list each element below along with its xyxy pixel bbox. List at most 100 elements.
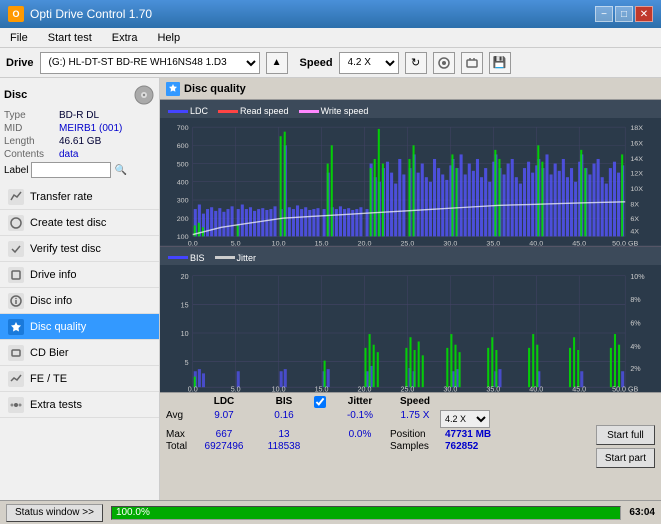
speed-display-select[interactable]: 4.2 X [440,410,490,428]
label-row: Label 🔍 [4,162,155,178]
status-window-button[interactable]: Status window >> [6,504,103,522]
speed-select[interactable]: 4.2 X [339,52,399,74]
svg-text:6X: 6X [630,216,639,223]
svg-text:15: 15 [181,300,189,309]
fe-te-label: FE / TE [30,373,67,385]
chart-header: Disc quality [160,78,661,100]
avg-jitter: -0.1% [330,410,390,428]
transfer-rate-icon [8,189,24,205]
avg-row: Avg 9.07 0.16 -0.1% 1.75 X 4.2 X [166,410,592,428]
length-value: 46.61 GB [59,136,101,147]
type-value: BD-R DL [59,110,99,121]
start-part-button[interactable]: Start part [596,448,655,468]
progress-fill [112,507,620,519]
sidebar-item-verify-test-disc[interactable]: Verify test disc [0,236,159,262]
eject-button[interactable]: ▲ [266,52,288,74]
svg-text:30.0: 30.0 [443,384,457,392]
svg-text:5.0: 5.0 [231,384,241,392]
verify-label: Verify test disc [30,243,101,255]
svg-text:2%: 2% [630,364,641,373]
label-input[interactable] [31,162,111,178]
svg-text:8%: 8% [630,295,641,304]
title-bar-controls[interactable]: − □ ✕ [595,6,653,22]
menu-extra[interactable]: Extra [106,31,144,45]
sidebar-item-disc-quality[interactable]: Disc quality [0,314,159,340]
speed-val: 1.75 X [390,410,440,428]
length-label: Length [4,136,59,147]
avg-bis: 0.16 [254,410,314,428]
erase-button[interactable] [461,52,483,74]
total-ldc: 6927496 [194,441,254,452]
ldc-label: LDC [190,106,208,116]
disc-info-label: Disc info [30,295,72,307]
drive-bar: Drive (G:) HL-DT-ST BD-RE WH16NS48 1.D3 … [0,48,661,78]
disc-quality-label: Disc quality [30,321,86,333]
label-icon[interactable]: 🔍 [114,165,126,176]
time-value: 63:04 [629,507,655,518]
svg-text:15.0: 15.0 [315,384,329,392]
stats-inner: LDC BIS Jitter Speed Avg 9.07 [166,396,655,497]
disc-header: Disc [4,84,155,106]
chart2-svg: 20 15 10 5 10% 8% 6% 4% 2% 0.0 5.0 10.0 [160,265,661,393]
sidebar-item-extra-tests[interactable]: Extra tests [0,392,159,418]
sidebar-item-fe-te[interactable]: FE / TE [0,366,159,392]
disc-icon [133,84,155,106]
svg-text:4X: 4X [630,229,639,236]
svg-text:0.0: 0.0 [188,384,198,392]
ldc-color [168,110,188,113]
jitter-checkbox[interactable] [314,396,326,408]
close-button[interactable]: ✕ [635,6,653,22]
menu-start-test[interactable]: Start test [42,31,98,45]
stats-table: LDC BIS Jitter Speed Avg 9.07 [166,396,592,497]
total-bis: 118538 [254,441,314,452]
svg-text:600: 600 [177,143,189,150]
save-button[interactable]: 💾 [489,52,511,74]
chart-title: Disc quality [184,83,246,95]
fe-te-icon [8,371,24,387]
sidebar-item-transfer-rate[interactable]: Transfer rate [0,184,159,210]
chart1-svg: 700 600 500 400 300 200 100 18X 16X 14X … [160,118,661,246]
jitter-label: Jitter [237,253,257,263]
create-test-icon [8,215,24,231]
total-row: Total 6927496 118538 Samples 762852 [166,441,592,452]
max-row: Max 667 13 0.0% Position 47731 MB [166,429,592,440]
svg-text:16X: 16X [630,141,643,148]
chart2-legend: BIS Jitter [160,251,661,265]
btn-group: Start full Start part [596,396,655,497]
samples-label: Samples [390,441,445,452]
menu-file[interactable]: File [4,31,34,45]
write-speed-legend: Write speed [299,106,369,116]
write-speed-color [299,110,319,113]
svg-text:25.0: 25.0 [400,384,414,392]
drive-info-label: Drive info [30,269,76,281]
refresh-button[interactable]: ↻ [405,52,427,74]
disc-mid-row: MID MEIRB1 (001) [4,123,155,134]
write-speed-label: Write speed [321,106,369,116]
sidebar-item-cd-bier[interactable]: CD Bier [0,340,159,366]
read-speed-label: Read speed [240,106,289,116]
bis-color [168,256,188,259]
progress-text: 100.0% [116,507,150,518]
maximize-button[interactable]: □ [615,6,633,22]
menu-help[interactable]: Help [151,31,186,45]
avg-ldc: 9.07 [194,410,254,428]
svg-text:5: 5 [185,357,189,366]
sidebar-item-drive-info[interactable]: Drive info [0,262,159,288]
drive-select[interactable]: (G:) HL-DT-ST BD-RE WH16NS48 1.D3 [40,52,260,74]
chart2-container: BIS Jitter [160,246,661,393]
sidebar-item-create-test-disc[interactable]: Create test disc [0,210,159,236]
minimize-button[interactable]: − [595,6,613,22]
disc-quality-icon [8,319,24,335]
contents-label: Contents [4,149,59,160]
burn-button[interactable] [433,52,455,74]
extra-tests-label: Extra tests [30,399,82,411]
sidebar-item-disc-info[interactable]: Disc info [0,288,159,314]
label-label: Label [4,165,28,176]
svg-text:35.0: 35.0 [486,384,500,392]
main-layout: Disc Type BD-R DL MID MEIRB1 (001) Lengt… [0,78,661,500]
start-full-button[interactable]: Start full [596,425,655,445]
max-ldc: 667 [194,429,254,440]
disc-title: Disc [4,89,27,101]
svg-text:700: 700 [177,125,189,132]
max-jitter: 0.0% [330,429,390,440]
